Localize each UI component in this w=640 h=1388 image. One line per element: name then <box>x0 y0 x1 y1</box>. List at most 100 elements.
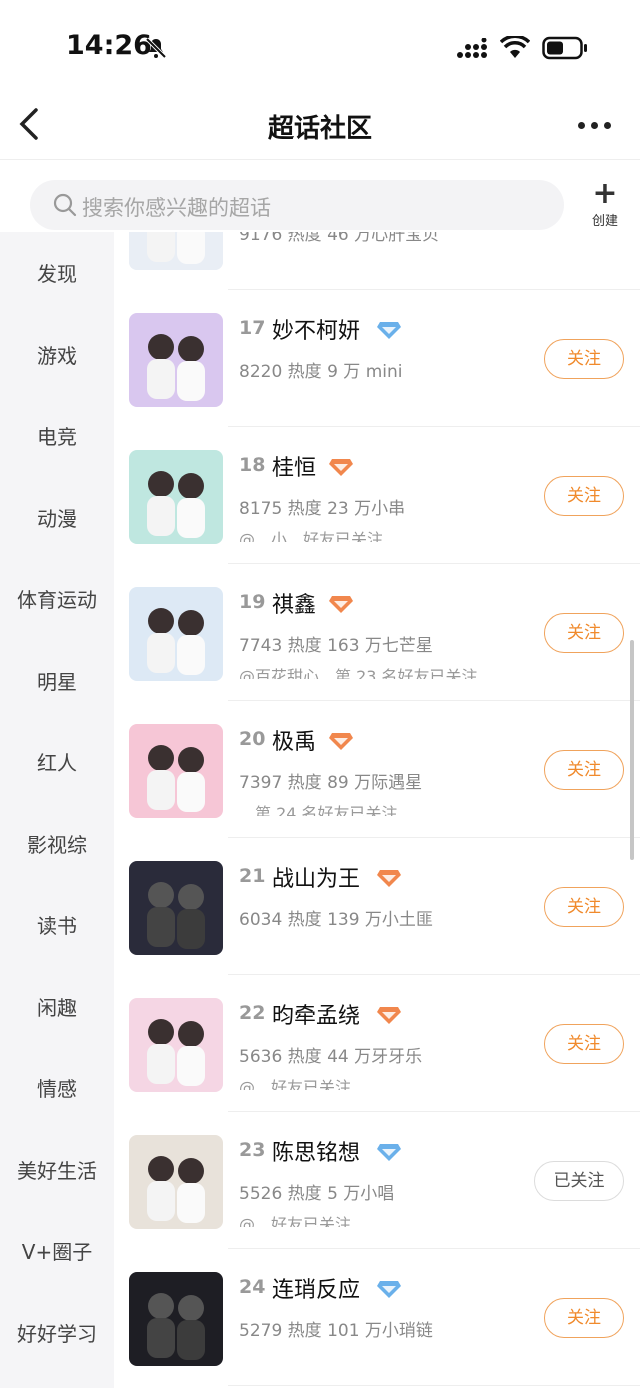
sidebar-item[interactable]: 影视综 <box>0 829 114 858</box>
nav-bar: 超话社区 <box>0 92 640 160</box>
topic-stats: 5526 热度 5 万小唱 <box>239 1184 395 1204</box>
topic-row[interactable]: 20 极禹 7397 热度 89 万际遇星 …第 24 名好友已关注 关注 <box>114 702 640 838</box>
more-options-icon[interactable] <box>578 114 620 134</box>
sidebar-item[interactable]: 明星 <box>0 666 114 695</box>
sidebar-item[interactable]: 美好生活 <box>0 1155 114 1184</box>
topic-row[interactable]: 17 妙不柯妍 8220 热度 9 万 mini 关注 <box>114 291 640 427</box>
blue-diamond-badge-icon <box>376 1141 402 1163</box>
topic-stats: 5636 热度 44 万牙牙乐 <box>239 1047 423 1067</box>
friend-follow-note: …第 24 名好友已关注 <box>239 804 398 816</box>
create-button[interactable]: + 创建 <box>584 176 626 230</box>
search-icon <box>53 193 77 217</box>
orange-diamond-badge-icon <box>376 867 402 889</box>
row-divider <box>228 837 640 838</box>
blue-diamond-badge-icon <box>376 1278 402 1300</box>
topic-rank: 23 <box>239 1139 266 1161</box>
topic-stats: 8175 热度 23 万小串 <box>239 499 406 519</box>
battery-icon <box>542 36 587 60</box>
plus-icon: + <box>592 176 618 211</box>
following-button[interactable]: 已关注 <box>534 1161 624 1201</box>
follow-button[interactable]: 关注 <box>544 339 624 379</box>
topic-thumbnail <box>129 587 223 681</box>
topic-stats: 9176 热度 46 万心肝宝贝 <box>239 232 440 245</box>
row-divider <box>228 426 640 427</box>
orange-diamond-badge-icon <box>328 593 354 615</box>
follow-button[interactable]: 关注 <box>544 1024 624 1064</box>
topic-row[interactable]: 21 战山为王 6034 热度 139 万小土匪 关注 <box>114 839 640 975</box>
topic-rank: 17 <box>239 317 266 339</box>
row-divider <box>228 1248 640 1249</box>
topic-row[interactable]: 24 连琑反应 5279 热度 101 万小琑链 关注 <box>114 1250 640 1386</box>
follow-button[interactable]: 关注 <box>544 887 624 927</box>
topic-row[interactable]: 23 陈思铭想 5526 热度 5 万小唱 @…好友已关注 已关注 <box>114 1113 640 1249</box>
topic-thumbnail <box>129 861 223 955</box>
sidebar-item[interactable]: 情感 <box>0 1073 114 1102</box>
scrollbar[interactable] <box>630 640 634 860</box>
row-divider <box>228 289 640 290</box>
topic-name[interactable]: 昀牵孟绕 <box>272 998 360 1030</box>
friend-follow-note: @百花甜心…第 23 名好友已关注 <box>239 667 478 679</box>
follow-button[interactable]: 关注 <box>544 1298 624 1338</box>
topic-row[interactable]: 19 祺鑫 7743 热度 163 万七芒星 @百花甜心…第 23 名好友已关注 关注 <box>114 565 640 701</box>
topic-thumbnail <box>129 998 223 1092</box>
sidebar-item[interactable]: 读书 <box>0 910 114 939</box>
topic-name[interactable]: 桂恒 <box>272 450 316 482</box>
friend-follow-note: @…好友已关注 <box>239 1078 352 1090</box>
search-input[interactable]: 搜索你感兴趣的超话 <box>30 180 564 230</box>
row-divider <box>228 974 640 975</box>
topic-row[interactable]: 9176 热度 46 万心肝宝贝 <box>114 232 640 290</box>
sidebar-item[interactable]: 电竞 <box>0 421 114 450</box>
friend-follow-note: @…好友已关注 <box>239 1215 352 1227</box>
topic-name[interactable]: 祺鑫 <box>272 587 316 619</box>
sidebar-item[interactable]: 动漫 <box>0 503 114 532</box>
follow-button[interactable]: 关注 <box>544 476 624 516</box>
topic-list: 9176 热度 46 万心肝宝贝 17 妙不柯妍 8220 热度 9 万 mini 关注… <box>114 232 640 1388</box>
topic-row[interactable]: 22 昀牵孟绕 5636 热度 44 万牙牙乐 @…好友已关注 关注 <box>114 976 640 1112</box>
topic-thumbnail <box>129 1135 223 1229</box>
sidebar-item[interactable]: 红人 <box>0 747 114 776</box>
topic-thumbnail <box>129 450 223 544</box>
topic-name[interactable]: 战山为王 <box>272 861 360 893</box>
sidebar-item[interactable]: V+圈子 <box>0 1236 114 1265</box>
bell-muted-icon <box>145 37 167 59</box>
topic-stats: 6034 热度 139 万小土匪 <box>239 910 433 930</box>
row-divider <box>228 1385 640 1386</box>
signal-icon <box>457 38 487 58</box>
topic-name[interactable]: 妙不柯妍 <box>272 313 360 345</box>
topic-thumbnail <box>129 724 223 818</box>
sidebar-item[interactable]: 体育运动 <box>0 584 114 613</box>
topic-row[interactable]: 18 桂恒 8175 热度 23 万小串 @…小…好友已关注 关注 <box>114 428 640 564</box>
topic-rank: 18 <box>239 454 266 476</box>
topic-stats: 8220 热度 9 万 mini <box>239 362 403 382</box>
follow-button[interactable]: 关注 <box>544 613 624 653</box>
topic-name[interactable]: 陈思铭想 <box>272 1135 360 1167</box>
sidebar-item[interactable]: 发现 <box>0 258 114 287</box>
topic-rank: 22 <box>239 1002 266 1024</box>
topic-rank: 19 <box>239 591 266 613</box>
search-row: 搜索你感兴趣的超话 + 创建 <box>0 160 640 232</box>
create-label: 创建 <box>591 214 618 229</box>
wifi-icon <box>500 36 530 58</box>
topic-name[interactable]: 连琑反应 <box>272 1272 360 1304</box>
topic-stats: 7397 热度 89 万际遇星 <box>239 773 423 793</box>
page-title: 超话社区 <box>267 114 372 144</box>
row-divider <box>228 700 640 701</box>
orange-diamond-badge-icon <box>328 730 354 752</box>
topic-stats: 5279 热度 101 万小琑链 <box>239 1321 433 1341</box>
status-time: 14:26 <box>66 30 152 61</box>
topic-thumbnail <box>129 313 223 407</box>
topic-rank: 20 <box>239 728 266 750</box>
category-sidebar: 发现游戏电竞动漫体育运动明星红人影视综读书闲趣情感美好生活 V+圈子好好学习 <box>0 232 114 1388</box>
topic-thumbnail <box>129 1272 223 1366</box>
sidebar-item[interactable]: 游戏 <box>0 340 114 369</box>
friend-follow-note: @…小…好友已关注 <box>239 530 384 542</box>
row-divider <box>228 563 640 564</box>
sidebar-item[interactable]: 好好学习 <box>0 1318 114 1347</box>
orange-diamond-badge-icon <box>328 456 354 478</box>
follow-button[interactable]: 关注 <box>544 750 624 790</box>
row-divider <box>228 1111 640 1112</box>
topic-name[interactable]: 极禹 <box>272 724 316 756</box>
topic-rank: 21 <box>239 865 266 887</box>
sidebar-item[interactable]: 闲趣 <box>0 992 114 1021</box>
search-placeholder: 搜索你感兴趣的超话 <box>82 196 271 220</box>
